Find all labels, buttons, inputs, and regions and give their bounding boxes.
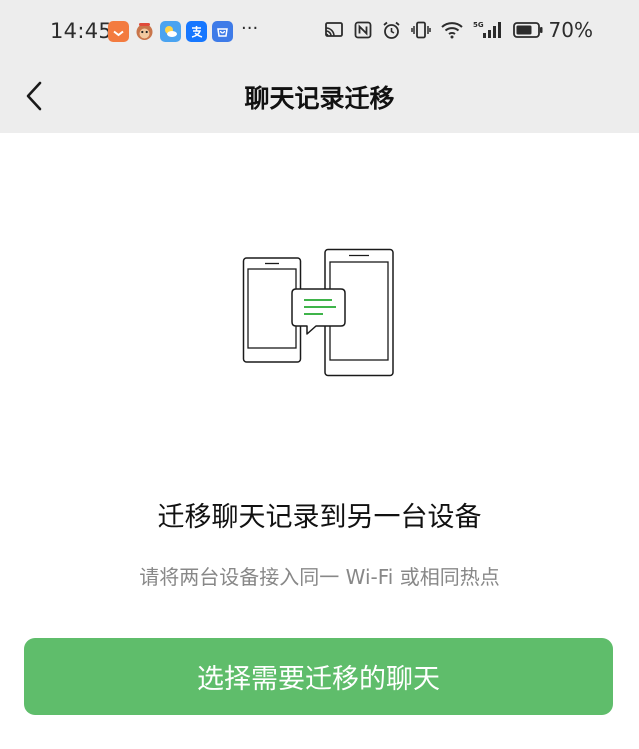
wifi-icon <box>440 21 463 39</box>
headline-text: 迁移聊天记录到另一台设备 <box>157 502 482 533</box>
app-store-icon <box>212 21 233 42</box>
signal-5g-icon: 5G <box>473 20 503 40</box>
page-title: 聊天记录迁移 <box>244 84 395 113</box>
status-time: 14:45 <box>50 19 113 43</box>
cast-icon <box>324 21 344 39</box>
status-indicators: 5G 70% <box>314 18 593 42</box>
notification-app-icons: ··· <box>108 18 259 42</box>
alarm-icon <box>382 21 401 40</box>
status-bar: 14:45 ··· 5G 70% <box>0 0 639 64</box>
select-chats-button[interactable]: 选择需要迁移的聊天 <box>24 638 613 715</box>
more-notifications-indicator: ··· <box>241 18 259 39</box>
battery-percent: 70% <box>548 18 593 42</box>
nfc-icon <box>354 21 372 39</box>
instruction-text: 请将两台设备接入同一 Wi-Fi 或相同热点 <box>139 565 500 589</box>
vibrate-icon <box>410 21 431 39</box>
battery-icon <box>512 22 543 38</box>
top-bar: 14:45 ··· 5G 70% 聊天记录迁移 <box>0 0 639 133</box>
weather-icon <box>160 21 181 42</box>
monkey-app-icon <box>134 21 155 42</box>
signal-5g-label: 5G <box>473 21 484 29</box>
migration-illustration <box>239 246 399 380</box>
taobao-icon <box>108 21 129 42</box>
navigation-bar: 聊天记录迁移 <box>0 64 639 133</box>
alipay-icon <box>186 21 207 42</box>
